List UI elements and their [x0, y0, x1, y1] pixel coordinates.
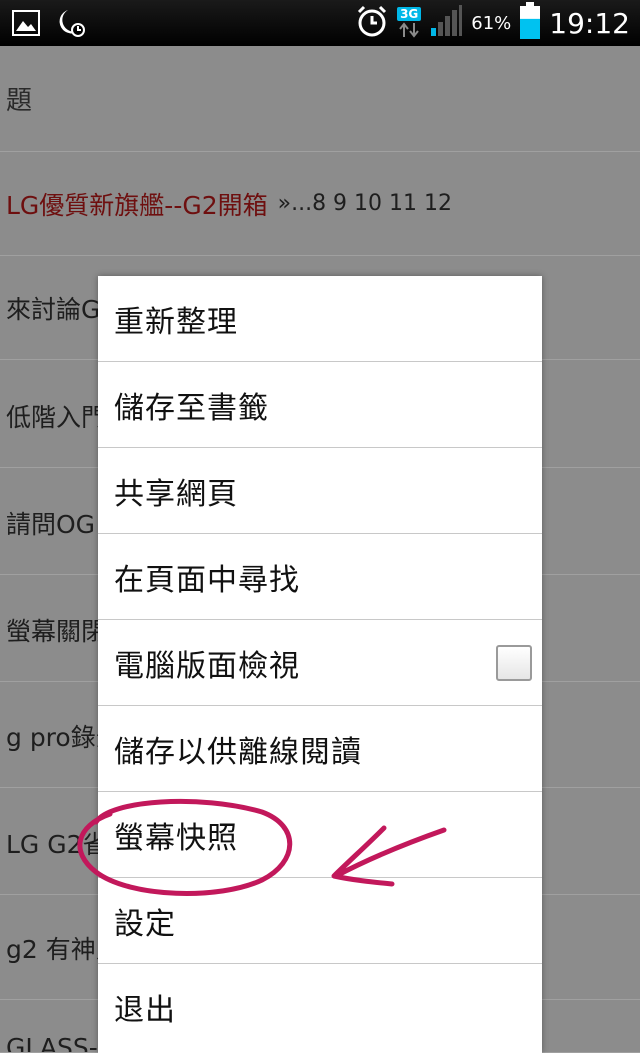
data-transfer-icon — [399, 22, 419, 38]
menu-item-save-offline[interactable]: 儲存以供離線閱讀 — [98, 706, 542, 792]
status-bar: 3G 61% 19:12 — [0, 0, 640, 46]
menu-item-label: 退出 — [114, 993, 176, 1028]
menu-item-label: 重新整理 — [114, 304, 238, 340]
menu-item-label: 螢幕快照 — [114, 820, 238, 856]
alarm-icon — [355, 4, 389, 42]
menu-item-label: 電腦版面檢視 — [114, 648, 300, 684]
clock: 19:12 — [549, 6, 630, 40]
menu-item-screenshot[interactable]: 螢幕快照 — [98, 792, 542, 878]
thread-title[interactable]: 低階入門 — [6, 398, 106, 434]
thread-title[interactable]: LG優質新旗艦--G2開箱 — [6, 186, 268, 222]
thread-title[interactable]: LG G2省 — [6, 825, 108, 861]
menu-item-settings[interactable]: 設定 — [98, 878, 542, 964]
battery-percent: 61% — [471, 12, 512, 34]
thread-title[interactable]: 請問OG — [6, 505, 95, 541]
menu-item-exit[interactable]: 退出 — [98, 964, 542, 1050]
thread-title[interactable]: 來討論G — [6, 290, 100, 326]
gallery-icon — [12, 10, 40, 40]
network-type-badge: 3G — [397, 7, 422, 21]
menu-item-refresh[interactable]: 重新整理 — [98, 276, 542, 362]
thread-pages[interactable]: »...8 9 10 11 12 — [278, 191, 452, 216]
do-not-disturb-icon — [54, 8, 86, 42]
menu-item-save-bookmark[interactable]: 儲存至書籤 — [98, 362, 542, 448]
menu-item-label: 在頁面中尋找 — [114, 562, 300, 598]
list-header: 題 — [0, 46, 640, 152]
battery-icon — [519, 2, 541, 44]
menu-item-desktop-view[interactable]: 電腦版面檢視 — [98, 620, 542, 706]
thread-title[interactable]: GLASS- — [6, 1033, 98, 1052]
menu-item-label: 儲存以供離線閱讀 — [114, 734, 362, 770]
menu-item-share-page[interactable]: 共享網頁 — [98, 448, 542, 534]
list-item[interactable]: LG優質新旗艦--G2開箱 »...8 9 10 11 12 — [0, 152, 640, 256]
menu-item-label: 設定 — [114, 906, 176, 942]
menu-item-find-in-page[interactable]: 在頁面中尋找 — [98, 534, 542, 620]
menu-item-label: 共享網頁 — [114, 476, 238, 512]
thread-title[interactable]: 螢幕關閉 — [6, 612, 106, 648]
signal-strength-icon — [429, 4, 463, 42]
network-type-indicator: 3G — [397, 7, 422, 39]
menu-item-label: 儲存至書籤 — [114, 390, 269, 426]
options-menu: 重新整理 儲存至書籤 共享網頁 在頁面中尋找 電腦版面檢視 儲存以供離線閱讀 螢… — [98, 276, 542, 1053]
desktop-view-checkbox[interactable] — [496, 645, 532, 681]
